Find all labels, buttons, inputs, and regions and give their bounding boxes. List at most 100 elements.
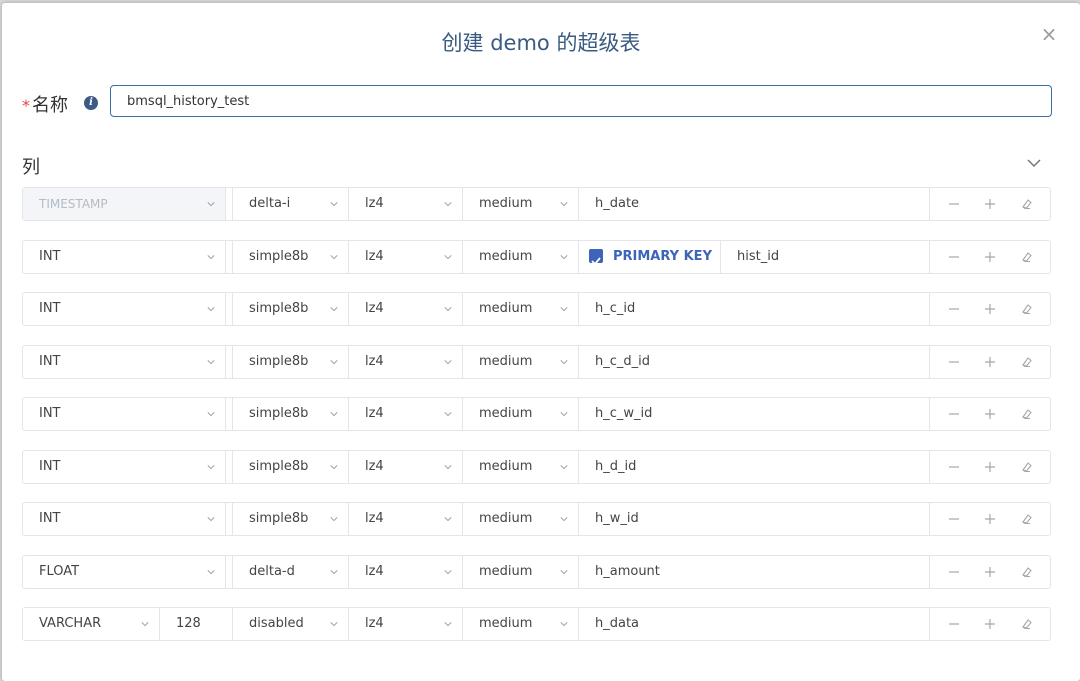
encoding-select[interactable]: simple8b (233, 293, 349, 325)
column-name-input[interactable]: hist_id (721, 240, 930, 273)
column-row: VARCHAR 128 disabled lz4 medium h_data (22, 607, 1051, 641)
encoding-select[interactable]: delta-d (233, 555, 349, 588)
compression-value: lz4 (365, 458, 384, 474)
column-name-input[interactable]: h_c_w_id (579, 398, 930, 430)
name-input[interactable] (110, 85, 1052, 117)
level-select[interactable]: medium (463, 345, 579, 378)
row-actions (930, 556, 1050, 588)
encoding-select[interactable]: simple8b (233, 503, 349, 535)
eraser-icon[interactable] (1017, 405, 1035, 423)
chevron-down-icon (444, 622, 452, 627)
encoding-select[interactable]: delta-i (233, 188, 349, 220)
type-value: VARCHAR (39, 616, 102, 631)
compression-value: lz4 (365, 301, 384, 316)
eraser-icon[interactable] (1017, 353, 1035, 371)
chevron-down-icon (330, 464, 338, 469)
eraser-icon[interactable] (1017, 248, 1035, 266)
compression-select[interactable]: lz4 (349, 240, 463, 273)
compression-select[interactable]: lz4 (349, 345, 463, 378)
column-row: INT simple8b lz4 medium h_c_w_id (22, 397, 1051, 431)
type-select[interactable]: INT (23, 293, 226, 325)
plus-icon[interactable] (981, 563, 999, 581)
minus-icon[interactable] (945, 510, 963, 528)
encoding-select[interactable]: simple8b (233, 398, 349, 430)
encoding-value: simple8b (249, 353, 309, 369)
level-select[interactable]: medium (463, 188, 579, 220)
column-name-input[interactable]: h_c_id (579, 293, 930, 325)
compression-select[interactable]: lz4 (349, 293, 463, 325)
column-row: FLOAT delta-d lz4 medium h_amount (22, 554, 1051, 589)
cell-divider (226, 345, 233, 378)
encoding-select[interactable]: simple8b (233, 345, 349, 378)
compression-select[interactable]: lz4 (349, 555, 463, 588)
plus-icon[interactable] (981, 405, 999, 423)
minus-icon[interactable] (945, 300, 963, 318)
type-select[interactable]: VARCHAR (23, 608, 160, 640)
column-row: INT simple8b lz4 medium h_w_id (22, 502, 1051, 536)
column-row: INT simple8b lz4 medium h_c_id (22, 292, 1051, 326)
chevron-down-icon (207, 464, 215, 469)
encoding-select[interactable]: disabled (233, 608, 349, 640)
level-select[interactable]: medium (463, 450, 579, 483)
plus-icon[interactable] (981, 248, 999, 266)
eraser-icon[interactable] (1017, 195, 1035, 213)
column-name-value: h_data (595, 616, 640, 631)
plus-icon[interactable] (981, 458, 999, 476)
encoding-select[interactable]: simple8b (233, 240, 349, 273)
column-name-input[interactable]: h_c_d_id (579, 345, 930, 378)
chevron-down-icon (444, 517, 452, 522)
compression-select[interactable]: lz4 (349, 450, 463, 483)
columns-list: TIMESTAMP delta-i lz4 medium h_date INT simpl… (22, 187, 1051, 660)
minus-icon[interactable] (945, 458, 963, 476)
type-select[interactable]: INT (23, 240, 226, 273)
type-select[interactable]: FLOAT (23, 555, 226, 588)
eraser-icon[interactable] (1017, 615, 1035, 633)
chevron-down-icon (444, 359, 452, 364)
plus-icon[interactable] (981, 195, 999, 213)
type-select[interactable]: INT (23, 398, 226, 430)
plus-icon[interactable] (981, 300, 999, 318)
column-name-input[interactable]: h_amount (579, 555, 930, 588)
plus-icon[interactable] (981, 353, 999, 371)
info-icon[interactable]: i (84, 96, 98, 110)
type-select[interactable]: INT (23, 450, 226, 483)
minus-icon[interactable] (945, 195, 963, 213)
level-select[interactable]: medium (463, 503, 579, 535)
column-name-input[interactable]: h_d_id (579, 450, 930, 483)
level-select[interactable]: medium (463, 240, 579, 273)
plus-icon[interactable] (981, 510, 999, 528)
primary-key-checkbox[interactable]: PRIMARY KEY (579, 240, 721, 273)
eraser-icon[interactable] (1017, 510, 1035, 528)
chevron-down-icon (560, 569, 568, 574)
column-name-input[interactable]: h_data (579, 608, 930, 640)
column-name-value: hist_id (737, 248, 780, 264)
compression-select[interactable]: lz4 (349, 398, 463, 430)
compression-select[interactable]: lz4 (349, 188, 463, 220)
type-select[interactable]: INT (23, 503, 226, 535)
encoding-value: simple8b (249, 458, 309, 474)
chevron-down-icon[interactable] (1026, 155, 1042, 171)
eraser-icon[interactable] (1017, 300, 1035, 318)
column-name-input[interactable]: h_w_id (579, 503, 930, 535)
level-select[interactable]: medium (463, 398, 579, 430)
column-name-input[interactable]: h_date (579, 188, 930, 220)
eraser-icon[interactable] (1017, 458, 1035, 476)
eraser-icon[interactable] (1017, 563, 1035, 581)
minus-icon[interactable] (945, 615, 963, 633)
minus-icon[interactable] (945, 353, 963, 371)
compression-select[interactable]: lz4 (349, 608, 463, 640)
encoding-select[interactable]: simple8b (233, 450, 349, 483)
close-icon[interactable]: × (1040, 24, 1058, 44)
compression-select[interactable]: lz4 (349, 503, 463, 535)
plus-icon[interactable] (981, 615, 999, 633)
minus-icon[interactable] (945, 563, 963, 581)
level-select[interactable]: medium (463, 555, 579, 588)
type-select[interactable]: INT (23, 345, 226, 378)
level-select[interactable]: medium (463, 293, 579, 325)
minus-icon[interactable] (945, 248, 963, 266)
level-select[interactable]: medium (463, 608, 579, 640)
level-value: medium (479, 563, 533, 579)
minus-icon[interactable] (945, 405, 963, 423)
length-input[interactable]: 128 (160, 608, 233, 640)
chevron-down-icon (560, 622, 568, 627)
